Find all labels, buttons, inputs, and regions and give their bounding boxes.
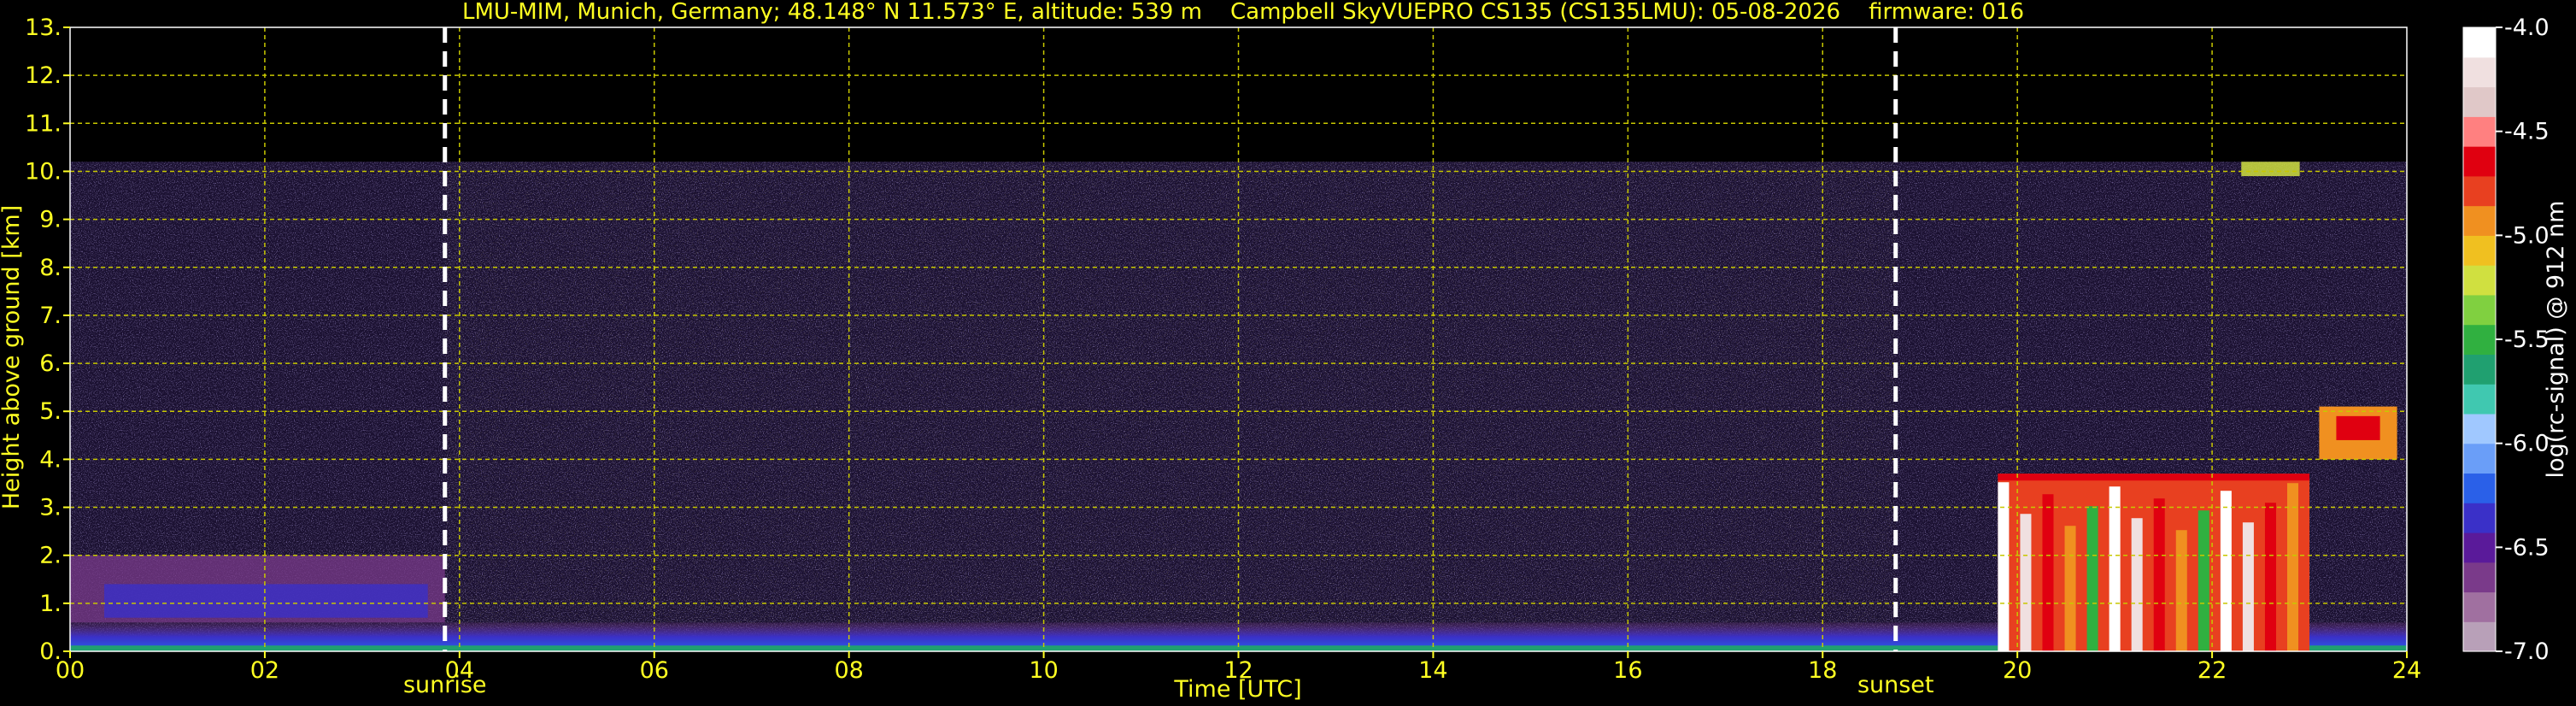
colorbar-segment — [2463, 205, 2496, 236]
x-tick-label: 22 — [2198, 657, 2227, 684]
colorbar-tick-label: -4.0 — [2504, 15, 2550, 41]
cloud-top — [1998, 474, 2310, 481]
colorbar-segment — [2463, 294, 2496, 326]
colorbar-label: log(rc-signal) @ 912 nm — [2543, 201, 2569, 479]
cloud-streak — [2109, 486, 2121, 651]
colorbar-segment — [2463, 473, 2496, 503]
x-tick-label: 06 — [640, 657, 669, 684]
cloud-streak — [2086, 506, 2098, 651]
x-tick-label: 02 — [250, 657, 279, 684]
y-tick-label: 4. — [39, 446, 62, 473]
y-tick-label: 8. — [39, 255, 62, 281]
y-axis-label: Height above ground [km] — [0, 205, 25, 509]
colorbar-segment — [2463, 265, 2496, 296]
colorbar-segment — [2463, 443, 2496, 474]
residual-layer-core — [104, 584, 428, 618]
cloud-streak — [2264, 503, 2276, 651]
cloud-streak — [2131, 518, 2143, 651]
cloud-streak — [2175, 530, 2187, 651]
cirrus-feature — [2241, 162, 2300, 177]
cloud-streak — [2198, 510, 2209, 651]
y-tick-label: 7. — [39, 303, 62, 329]
x-tick-label: 24 — [2392, 657, 2421, 684]
cloud-streak — [2020, 514, 2032, 651]
y-tick-label: 1. — [39, 591, 62, 617]
y-tick-label: 11. — [25, 110, 62, 137]
ceilometer-chart: sunrise sunset 00 02 04 06 08 10 12 14 16 18 20 22 24… — [0, 0, 2569, 703]
x-tick-label: 10 — [1029, 657, 1058, 684]
mid-cloud-core — [2336, 415, 2380, 440]
y-tick-label: 2. — [39, 543, 62, 569]
colorbar-segment — [2463, 384, 2496, 415]
x-axis-label: Time [UTC] — [1173, 676, 1301, 703]
y-tick-label: 10. — [25, 158, 62, 185]
colorbar-tick-label: -7.0 — [2504, 638, 2550, 665]
y-tick-label: 6. — [39, 350, 62, 377]
y-tick-label: 9. — [39, 207, 62, 233]
y-tick-label: 3. — [39, 495, 62, 521]
cloud-streak — [2153, 498, 2165, 651]
colorbar-segment — [2463, 324, 2496, 355]
colorbar-segment — [2463, 532, 2496, 563]
colorbar-tick-label: -6.5 — [2504, 534, 2550, 561]
colorbar-segment — [2463, 146, 2496, 177]
cloud-streak — [2064, 526, 2076, 651]
colorbar-segment — [2463, 354, 2496, 385]
y-tick-label: 12. — [25, 62, 62, 89]
cloud-streak — [2286, 483, 2299, 651]
colorbar-segment — [2463, 562, 2496, 593]
colorbar-segment — [2463, 235, 2496, 266]
chart-title: LMU-MIM, Munich, Germany; 48.148° N 11.5… — [462, 0, 2024, 25]
colorbar-segment — [2463, 413, 2496, 444]
cloud-streak — [2242, 522, 2254, 651]
y-tick-label: 0. — [39, 638, 62, 665]
x-tick-label: 16 — [1613, 657, 1642, 684]
colorbar-segment — [2463, 591, 2496, 622]
x-tick-label: 14 — [1418, 657, 1447, 684]
colorbar-segment — [2463, 86, 2496, 117]
x-tick-label: 20 — [2003, 657, 2032, 684]
x-tick-label: 18 — [1808, 657, 1837, 684]
x-tick-label: 08 — [834, 657, 863, 684]
colorbar-segment — [2463, 175, 2496, 207]
sunset-label: sunset — [1857, 672, 1934, 698]
colorbar-segment — [2463, 56, 2496, 88]
colorbar-tick-label: -4.5 — [2504, 119, 2550, 145]
cloud-streak — [2220, 491, 2232, 651]
colorbar-segment — [2463, 116, 2496, 147]
cloud-streak — [2042, 494, 2054, 651]
colorbar: -4.0-4.5-5.0-5.5-6.0-6.5-7.0 — [2462, 15, 2550, 665]
colorbar-segment — [2463, 503, 2496, 533]
y-tick-label: 13. — [25, 15, 62, 41]
x-tick-label: 04 — [445, 657, 474, 684]
colorbar-segment — [2463, 27, 2496, 58]
y-tick-label: 5. — [39, 398, 62, 425]
colorbar-segment — [2463, 621, 2496, 652]
daytime-noise-speckle — [444, 162, 1896, 651]
